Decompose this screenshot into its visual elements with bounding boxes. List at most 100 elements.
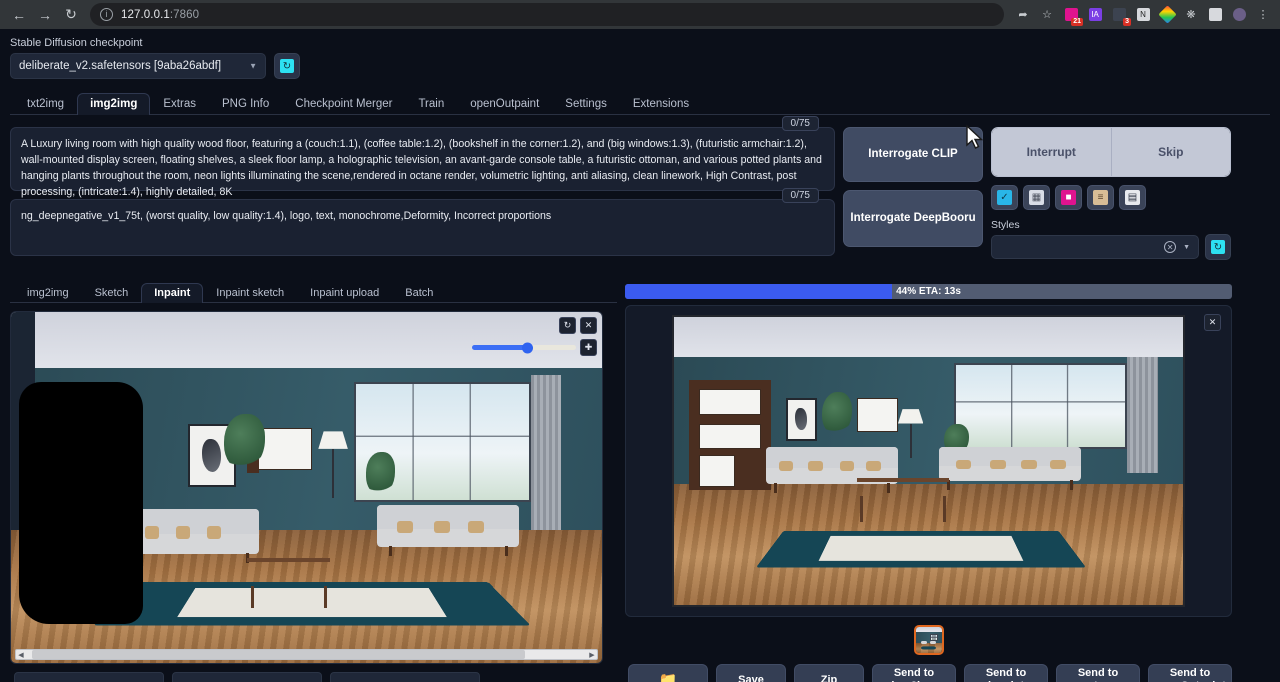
extension-icon-1[interactable]: 21: [1060, 4, 1082, 26]
sidepanel-icon[interactable]: [1204, 4, 1226, 26]
interrupt-button[interactable]: Interrupt: [992, 128, 1111, 176]
checkpoint-field: Stable Diffusion checkpoint deliberate_v…: [10, 37, 266, 79]
checkpoint-row: Stable Diffusion checkpoint deliberate_v…: [10, 37, 1270, 79]
browser-menu-icon[interactable]: ⋮: [1252, 4, 1274, 26]
tab-png-info[interactable]: PNG Info: [209, 93, 282, 115]
styles-select[interactable]: ✕ ▼: [991, 235, 1199, 259]
apply-style-button[interactable]: ↻: [1205, 234, 1231, 260]
browser-toolbar: ← → ↻ i 127.0.0.1:7860 ➦ ☆ 21 IA 3 N ❋: [0, 0, 1280, 29]
chevron-down-icon[interactable]: ▼: [1183, 244, 1190, 251]
tab-extensions[interactable]: Extensions: [620, 93, 702, 115]
refresh-checkpoints-button[interactable]: ↻: [274, 53, 300, 79]
clear-prompt-icon[interactable]: ▦: [1023, 185, 1050, 210]
img2img-sub-tab-bar: img2img Sketch Inpaint Inpaint sketch In…: [10, 278, 617, 303]
browser-forward-icon[interactable]: →: [32, 3, 58, 27]
positive-prompt-input[interactable]: A Luxury living room with high quality w…: [10, 127, 835, 191]
browser-reload-icon[interactable]: ↻: [58, 3, 84, 27]
tab-settings[interactable]: Settings: [552, 93, 620, 115]
work-area: img2img Sketch Inpaint Inpaint sketch In…: [10, 278, 1270, 682]
left-widget-2[interactable]: [172, 672, 322, 682]
tab-checkpoint-merger[interactable]: Checkpoint Merger: [282, 93, 405, 115]
bookmark-star-icon[interactable]: ☆: [1036, 4, 1058, 26]
save-style-icon[interactable]: ▤: [1119, 185, 1146, 210]
brush-icon[interactable]: ✚: [580, 339, 597, 356]
webui-app: Stable Diffusion checkpoint deliberate_v…: [0, 29, 1280, 682]
extension-icon-notion[interactable]: N: [1132, 4, 1154, 26]
extension-icon-colorful[interactable]: [1156, 4, 1178, 26]
result-action-row: 📁 Save Zip Send to img2img Send to inpai…: [625, 664, 1232, 682]
extra-networks-icon[interactable]: ■: [1055, 185, 1082, 210]
subtab-inpaint[interactable]: Inpaint: [141, 283, 203, 303]
apply-style-icon: ↻: [1211, 240, 1225, 254]
scroll-left-icon[interactable]: ◀: [16, 651, 26, 659]
close-x-icon[interactable]: ✕: [1204, 314, 1221, 331]
inpaint-toolbar: ↻ ✕ ✚: [472, 317, 597, 356]
subtab-sketch[interactable]: Sketch: [82, 283, 142, 303]
generated-image[interactable]: [672, 315, 1185, 607]
checkpoint-label: Stable Diffusion checkpoint: [10, 37, 266, 49]
checkpoint-value: deliberate_v2.safetensors [9aba26abdf]: [19, 60, 221, 72]
progress-label: 44% ETA: 13s: [625, 284, 1232, 299]
send-to-openoutpaint-button[interactable]: Send to openOutpaint: [1148, 664, 1232, 682]
extension-icon-2[interactable]: 3: [1108, 4, 1130, 26]
styles-label: Styles: [991, 219, 1231, 231]
result-thumbnail[interactable]: [914, 625, 944, 655]
generation-progress-bar: 44% ETA: 13s: [625, 284, 1232, 299]
interrogate-column: Interrogate CLIP Interrogate DeepBooru: [843, 127, 983, 264]
brush-size-row: ✚: [472, 339, 597, 356]
paste-params-icon[interactable]: ≡: [1087, 185, 1114, 210]
scroll-right-icon[interactable]: ▶: [587, 651, 597, 659]
mini-button-row: ✓ ▦ ■ ≡ ▤: [991, 185, 1231, 210]
send-to-img2img-button[interactable]: Send to img2img: [872, 664, 956, 682]
inpaint-tool-row: ↻ ✕: [559, 317, 597, 334]
undo-icon[interactable]: ↻: [559, 317, 576, 334]
folder-icon: 📁: [659, 674, 678, 682]
clear-x-icon[interactable]: ✕: [580, 317, 597, 334]
tab-openoutpaint[interactable]: openOutpaint: [457, 93, 552, 115]
tab-extras[interactable]: Extras: [150, 93, 209, 115]
interrogate-deepbooru-button[interactable]: Interrogate DeepBooru: [843, 190, 983, 247]
clear-x-icon[interactable]: ✕: [1164, 241, 1176, 253]
tab-img2img[interactable]: img2img: [77, 93, 150, 115]
result-thumbnail-row: [625, 625, 1232, 655]
styles-row: ✕ ▼ ↻: [991, 234, 1231, 260]
tab-train[interactable]: Train: [405, 93, 457, 115]
inpaint-canvas[interactable]: ↻ ✕ ✚ ◀ ▶: [10, 311, 603, 664]
browser-back-icon[interactable]: ←: [6, 3, 32, 27]
negative-prompt-input[interactable]: ng_deepnegative_v1_75t, (worst quality, …: [10, 199, 835, 256]
profile-avatar-icon[interactable]: [1228, 4, 1250, 26]
subtab-inpaint-upload[interactable]: Inpaint upload: [297, 283, 392, 303]
zip-button[interactable]: Zip: [794, 664, 864, 682]
generate-column: Interrupt Skip ✓ ▦ ■ ≡ ▤ Styles ✕ ▼: [991, 127, 1231, 264]
extensions-puzzle-icon[interactable]: ❋: [1180, 4, 1202, 26]
save-button[interactable]: Save: [716, 664, 786, 682]
site-info-icon[interactable]: i: [100, 8, 113, 21]
tab-txt2img[interactable]: txt2img: [14, 93, 77, 115]
left-widget-3[interactable]: [330, 672, 480, 682]
positive-token-counter: 0/75: [782, 116, 819, 131]
checkpoint-select[interactable]: deliberate_v2.safetensors [9aba26abdf] ▼: [10, 53, 266, 79]
browser-extension-icons: ➦ ☆ 21 IA 3 N ❋ ⋮: [1012, 4, 1274, 26]
subtab-batch[interactable]: Batch: [392, 283, 446, 303]
result-image-box[interactable]: ✕: [625, 305, 1232, 617]
send-to-extras-button[interactable]: Send to extras: [1056, 664, 1140, 682]
interrogate-clip-button[interactable]: Interrogate CLIP: [843, 127, 983, 182]
brush-size-slider[interactable]: [472, 345, 576, 350]
restore-progress-icon[interactable]: ✓: [991, 185, 1018, 210]
left-widget-1[interactable]: [14, 672, 164, 682]
negative-prompt-wrap: 0/75 ng_deepnegative_v1_75t, (worst qual…: [10, 199, 835, 256]
send-to-inpaint-button[interactable]: Send to inpaint: [964, 664, 1048, 682]
skip-button[interactable]: Skip: [1111, 128, 1231, 176]
extension-icon-ia[interactable]: IA: [1084, 4, 1106, 26]
subtab-inpaint-sketch[interactable]: Inpaint sketch: [203, 283, 297, 303]
share-icon[interactable]: ➦: [1012, 4, 1034, 26]
interrupt-skip-group: Interrupt Skip: [991, 127, 1231, 177]
address-bar[interactable]: i 127.0.0.1:7860: [90, 3, 1004, 26]
canvas-horizontal-scrollbar[interactable]: ◀ ▶: [15, 649, 598, 660]
open-folder-button[interactable]: 📁: [628, 664, 708, 682]
result-pane: 44% ETA: 13s ✕: [625, 278, 1232, 682]
scrollbar-track[interactable]: [26, 650, 587, 659]
negative-token-counter: 0/75: [782, 188, 819, 203]
subtab-img2img[interactable]: img2img: [14, 283, 82, 303]
positive-prompt-wrap: 0/75 A Luxury living room with high qual…: [10, 127, 835, 191]
